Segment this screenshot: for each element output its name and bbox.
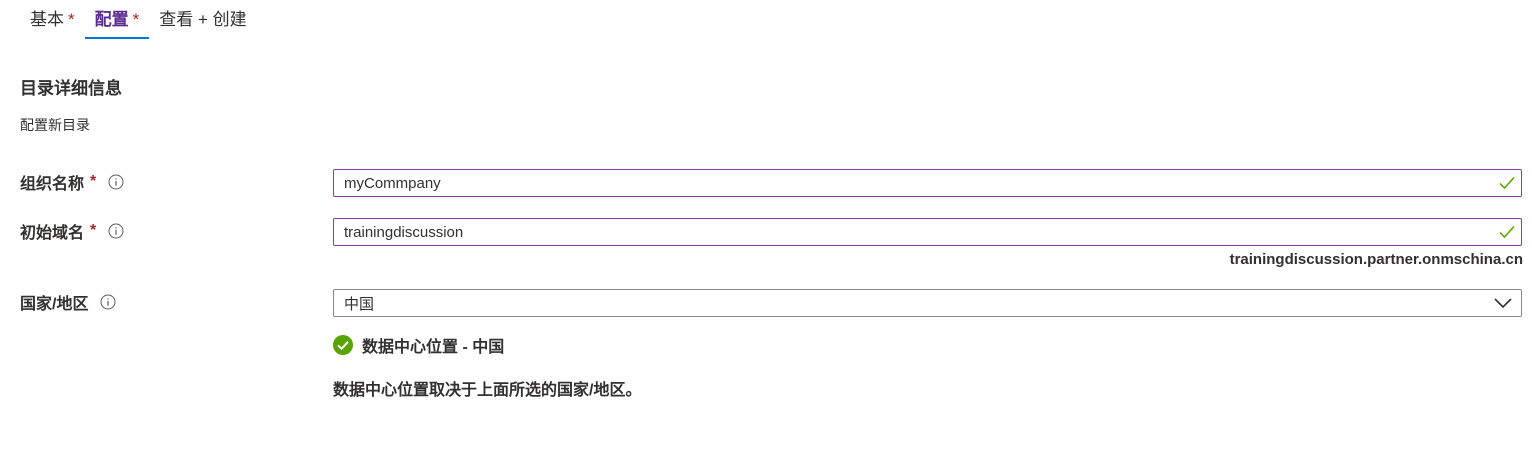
tab-basics[interactable]: 基本 *	[20, 0, 85, 38]
configure-directory-page: 基本 * 配置 * 查看 + 创建 目录详细信息 配置新目录 组织名称 * myCo…	[0, 0, 1532, 474]
tab-basics-label: 基本	[30, 10, 64, 29]
tab-review-create-label: 查看 + 创建	[159, 10, 247, 29]
datacenter-note: 数据中心位置取决于上面所选的国家/地区。	[333, 382, 642, 399]
initial-domain-value: trainingdiscussion	[344, 223, 464, 241]
wizard-tabs: 基本 * 配置 * 查看 + 创建	[20, 0, 257, 40]
section-title: 目录详细信息	[20, 79, 122, 98]
initial-domain-label: 初始域名	[20, 225, 85, 242]
tab-configuration-label: 配置	[94, 10, 129, 29]
required-mark: *	[90, 173, 97, 190]
country-label-row: 国家/地区	[20, 290, 116, 314]
org-name-value: myCommpany	[344, 174, 441, 192]
initial-domain-input[interactable]: trainingdiscussion	[333, 218, 1522, 246]
chevron-down-icon	[1493, 293, 1513, 313]
info-icon[interactable]	[100, 294, 116, 310]
required-mark: *	[68, 10, 75, 29]
info-icon[interactable]	[108, 223, 124, 239]
datacenter-status: 数据中心位置 - 中国	[333, 333, 504, 357]
country-label: 国家/地区	[20, 296, 89, 313]
tab-configuration[interactable]: 配置 *	[84, 0, 150, 39]
section-subtitle: 配置新目录	[20, 117, 90, 133]
country-selected-value: 中国	[344, 295, 375, 313]
checkmark-icon	[1498, 174, 1516, 192]
success-check-icon	[333, 335, 353, 355]
org-name-label: 组织名称	[20, 176, 85, 193]
domain-suffix-hint: trainingdiscussion.partner.onmschina.cn	[1229, 251, 1523, 268]
required-mark: *	[132, 10, 140, 29]
datacenter-status-text: 数据中心位置 - 中国	[362, 339, 505, 356]
country-select[interactable]: 中国	[333, 289, 1522, 317]
org-name-input[interactable]: myCommpany	[333, 169, 1522, 197]
tab-review-create[interactable]: 查看 + 创建	[149, 0, 256, 38]
info-icon[interactable]	[108, 174, 124, 190]
checkmark-icon	[1498, 223, 1516, 241]
org-name-label-row: 组织名称 *	[20, 170, 124, 194]
initial-domain-label-row: 初始域名 *	[20, 219, 124, 243]
required-mark: *	[90, 222, 97, 239]
